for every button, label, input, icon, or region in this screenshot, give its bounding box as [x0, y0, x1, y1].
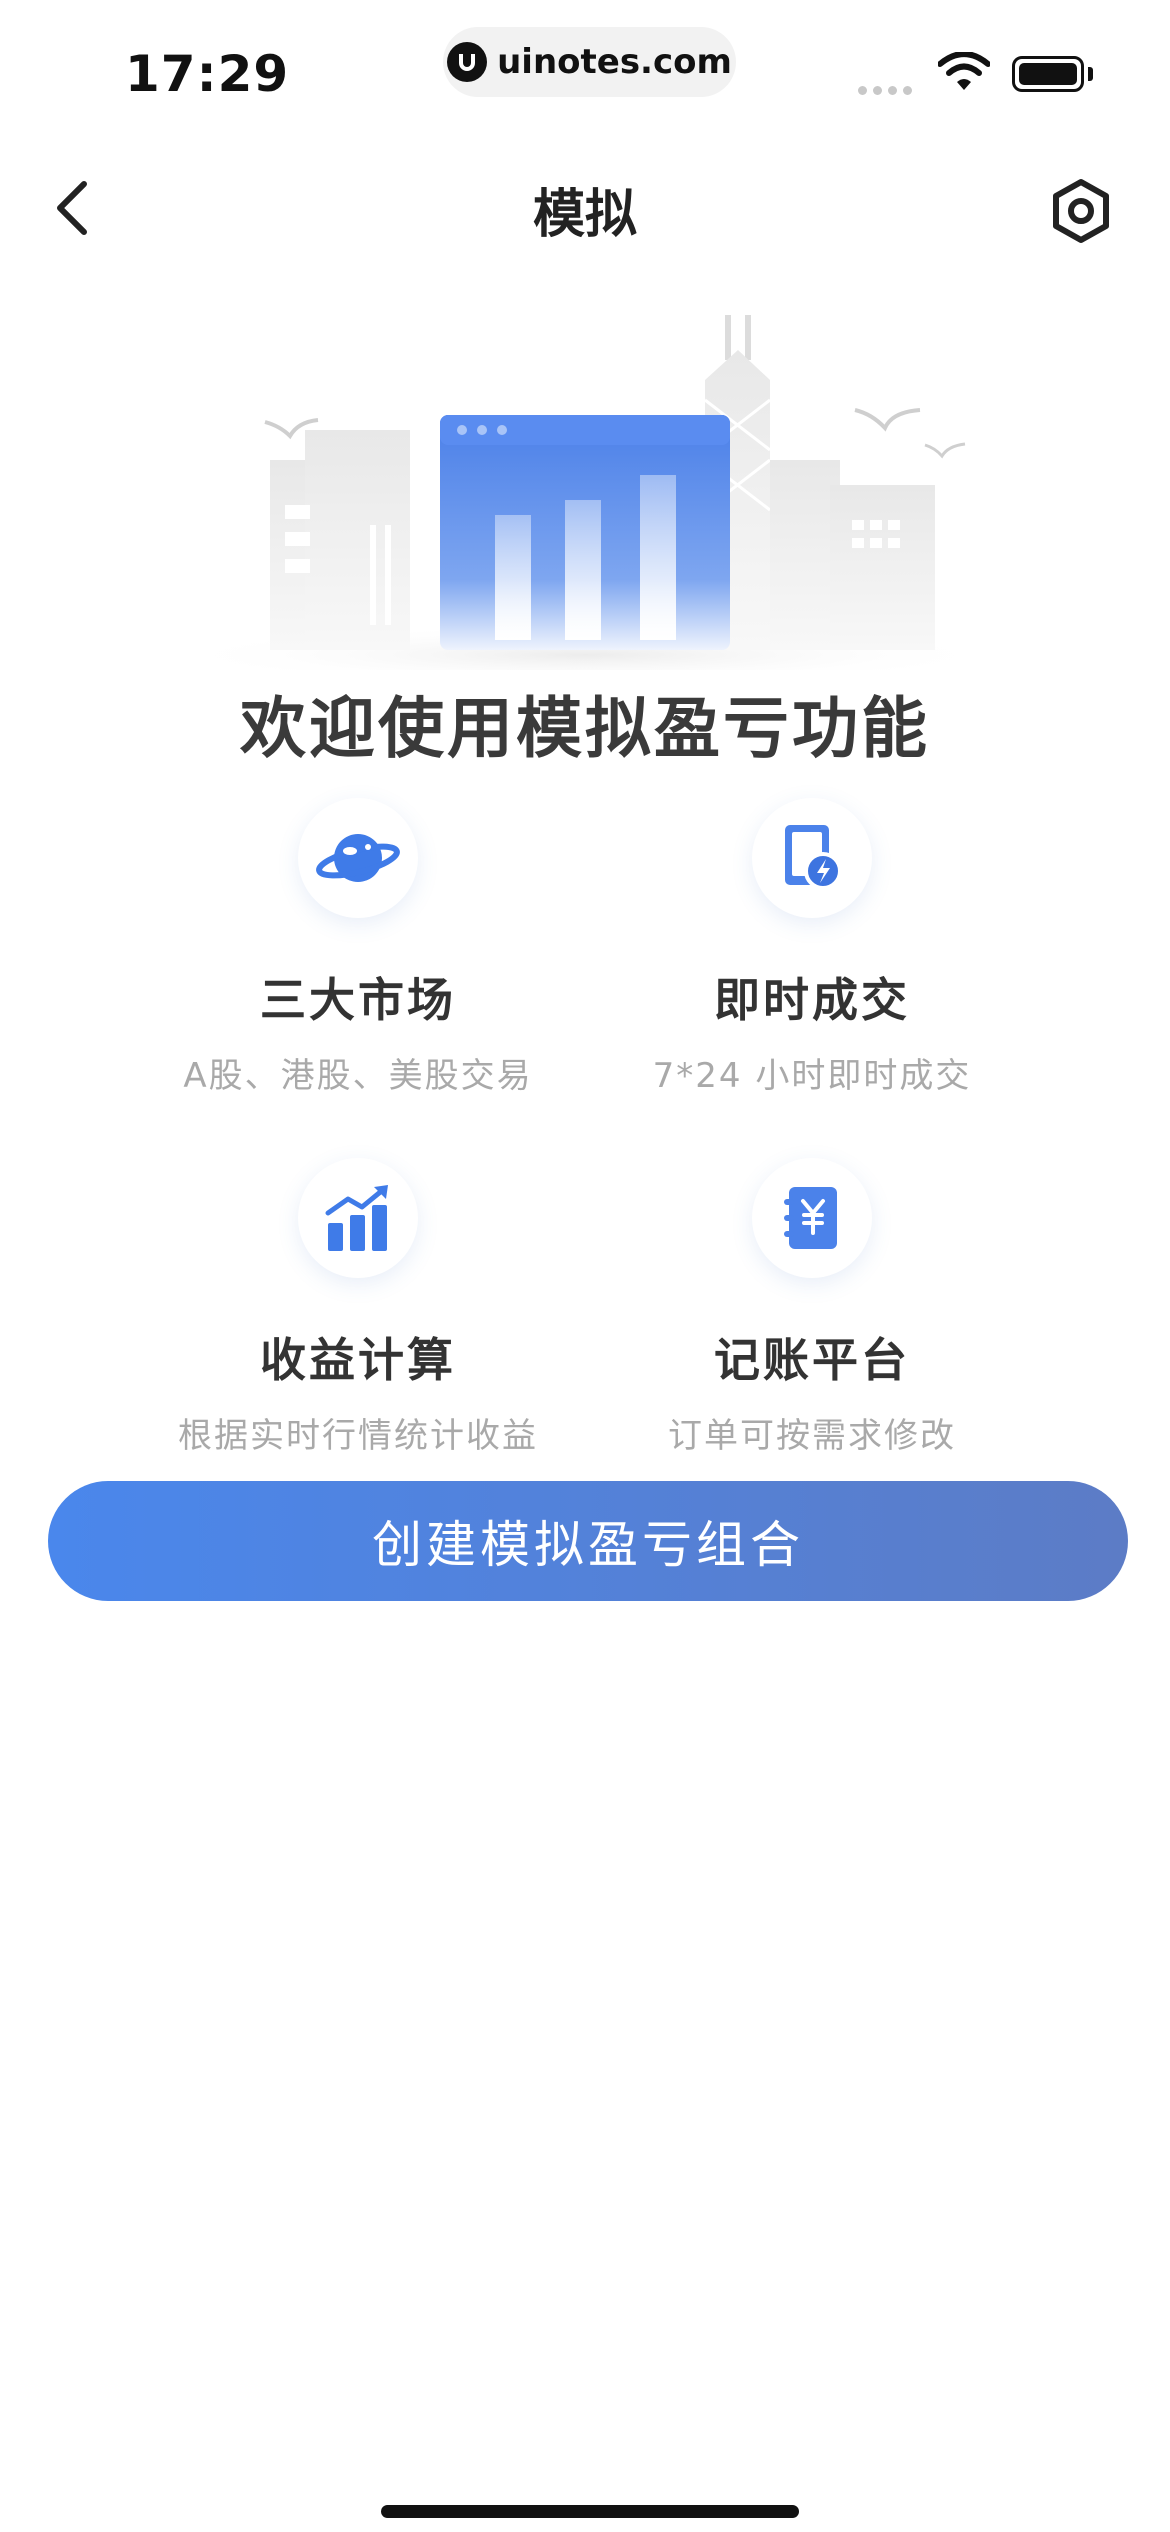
instant-trade-icon: [752, 798, 872, 918]
feature-title: 收益计算: [260, 1333, 456, 1387]
feature-profit-calc: 收益计算 根据实时行情统计收益: [98, 1158, 618, 1457]
page-title: 模拟: [532, 185, 637, 245]
feature-subtitle: 根据实时行情统计收益: [178, 1416, 538, 1456]
welcome-heading: 欢迎使用模拟盈亏功能: [240, 690, 930, 767]
settings-gear-icon[interactable]: [1047, 177, 1115, 245]
feature-title: 记账平台: [714, 1333, 910, 1387]
site-logo-icon: [447, 42, 488, 82]
battery-icon: [1012, 56, 1084, 92]
home-indicator[interactable]: [381, 2505, 799, 2518]
battery-tip: [1088, 67, 1093, 81]
feature-subtitle: 7*24 小时即时成交: [652, 1056, 972, 1096]
url-pill[interactable]: uinotes.com: [443, 27, 736, 97]
ledger-yen-icon: [752, 1158, 872, 1278]
status-time: 17:29: [125, 45, 290, 103]
feature-title: 即时成交: [714, 973, 910, 1027]
feature-three-markets: 三大市场 A股、港股、美股交易: [98, 798, 618, 1097]
feature-ledger: 记账平台 订单可按需求修改: [552, 1158, 1072, 1457]
growth-chart-icon: [298, 1158, 418, 1278]
cellular-signal-icon: [858, 86, 912, 95]
create-portfolio-button[interactable]: 创建模拟盈亏组合: [48, 1481, 1128, 1601]
wifi-icon: [938, 52, 990, 90]
feature-subtitle: 订单可按需求修改: [668, 1416, 956, 1456]
feature-subtitle: A股、港股、美股交易: [183, 1056, 533, 1096]
feature-title: 三大市场: [260, 973, 456, 1027]
hero-city-illustration: [165, 315, 1005, 670]
url-text: uinotes.com: [497, 42, 732, 82]
planet-icon: [298, 798, 418, 918]
feature-instant-trade: 即时成交 7*24 小时即时成交: [552, 798, 1072, 1097]
